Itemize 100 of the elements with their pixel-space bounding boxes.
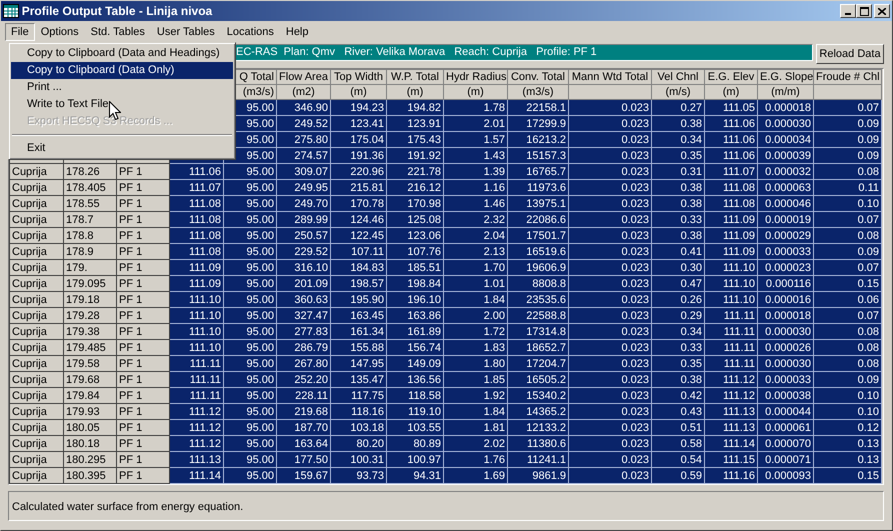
table-cell: 94.31 — [386, 468, 444, 484]
table-cell: 111.10 — [704, 260, 758, 276]
table-cell: 95.00 — [224, 244, 276, 260]
table-cell: 179.28 — [64, 308, 116, 324]
table-cell: PF 1 — [116, 420, 170, 436]
table-cell: 0.023 — [568, 292, 652, 308]
table-cell: 0.06 — [814, 292, 882, 308]
table-cell: 0.38 — [652, 116, 704, 132]
menu-item[interactable]: File — [5, 23, 35, 41]
maximize-button[interactable] — [856, 4, 872, 18]
table-cell: 0.09 — [814, 372, 882, 388]
menu-item[interactable]: Locations — [220, 23, 280, 41]
table-cell: 175.04 — [330, 132, 386, 148]
minimize-button[interactable] — [840, 4, 856, 18]
table-cell: 201.09 — [276, 276, 330, 292]
table-cell: PF 1 — [116, 372, 170, 388]
table-cell: 0.09 — [814, 132, 882, 148]
menu-item[interactable]: Options — [34, 23, 85, 41]
table-cell: 216.12 — [386, 180, 444, 196]
table-cell: 15340.2 — [508, 388, 568, 404]
table-cell: 122.45 — [330, 228, 386, 244]
table-cell: 147.95 — [330, 356, 386, 372]
table-cell: 0.11 — [814, 180, 882, 196]
column-header: E.G. Elev — [704, 70, 758, 84]
table-cell: 23535.6 — [508, 292, 568, 308]
table-cell: 107.76 — [386, 244, 444, 260]
table-cell: 0.023 — [568, 276, 652, 292]
table-cell: 2.00 — [444, 308, 508, 324]
table-cell: 111.15 — [704, 452, 758, 468]
table-cell: 179.68 — [64, 372, 116, 388]
table-cell: 327.47 — [276, 308, 330, 324]
table-cell: 0.38 — [652, 228, 704, 244]
table-cell: 95.00 — [224, 388, 276, 404]
table-cell: 0.30 — [652, 260, 704, 276]
table-cell: 0.023 — [568, 452, 652, 468]
table-cell: 360.63 — [276, 292, 330, 308]
table-cell: 1.70 — [444, 260, 508, 276]
menu-item[interactable]: Copy to Clipboard (Data Only) — [11, 62, 233, 79]
table-cell: 0.000093 — [758, 468, 814, 484]
table-cell: 161.89 — [386, 324, 444, 340]
table-cell: 286.79 — [276, 340, 330, 356]
table-cell: Cuprija — [10, 292, 64, 308]
table-cell: 0.08 — [814, 340, 882, 356]
menu-item[interactable]: Help — [280, 23, 314, 41]
reload-data-button[interactable]: Reload Data — [816, 44, 884, 64]
column-header: Flow Area — [276, 70, 330, 84]
table-cell: 184.83 — [330, 260, 386, 276]
table-cell: 111.16 — [704, 468, 758, 484]
table-cell: Cuprija — [10, 164, 64, 180]
table-cell: 95.00 — [224, 292, 276, 308]
table-cell: 11380.6 — [508, 436, 568, 452]
table-cell: 277.83 — [276, 324, 330, 340]
table-cell: 2.32 — [444, 212, 508, 228]
table-cell: 0.07 — [814, 308, 882, 324]
table-cell: 0.07 — [814, 100, 882, 116]
table-cell: 0.000018 — [758, 100, 814, 116]
table-cell: 0.31 — [652, 164, 704, 180]
table-cell: 346.90 — [276, 100, 330, 116]
table-cell: 111.09 — [704, 244, 758, 260]
table-cell: 111.06 — [704, 116, 758, 132]
table-cell: 111.14 — [704, 436, 758, 452]
table-cell: 0.07 — [814, 260, 882, 276]
table-cell: PF 1 — [116, 356, 170, 372]
column-header: W.P. Total — [386, 70, 444, 84]
table-cell: PF 1 — [116, 228, 170, 244]
unit-label: (m) — [704, 84, 758, 100]
table-cell: 95.00 — [224, 180, 276, 196]
table-cell: 111.08 — [170, 228, 224, 244]
table-cell: 0.023 — [568, 148, 652, 164]
table-cell: 93.73 — [330, 468, 386, 484]
table-cell: 1.80 — [444, 356, 508, 372]
table-cell: 0.43 — [652, 404, 704, 420]
menu-item[interactable]: Copy to Clipboard (Data and Headings) — [11, 45, 233, 62]
table-cell: 95.00 — [224, 212, 276, 228]
table-cell: 1.76 — [444, 452, 508, 468]
unit-label: (m) — [444, 84, 508, 100]
table-cell: 16765.7 — [508, 164, 568, 180]
table-cell: 215.81 — [330, 180, 386, 196]
table-cell: 12133.2 — [508, 420, 568, 436]
table-cell: 0.10 — [814, 404, 882, 420]
table-cell: 1.72 — [444, 324, 508, 340]
table-cell: 9861.9 — [508, 468, 568, 484]
table-cell: 191.92 — [386, 148, 444, 164]
table-cell: 0.38 — [652, 180, 704, 196]
table-cell: 0.000016 — [758, 292, 814, 308]
table-cell: 118.58 — [386, 388, 444, 404]
table-cell: 179.485 — [64, 340, 116, 356]
close-button[interactable] — [874, 4, 890, 18]
menu-item[interactable]: Std. Tables — [84, 23, 151, 41]
table-cell: 191.36 — [330, 148, 386, 164]
table-cell: 111.11 — [170, 372, 224, 388]
menu-item[interactable]: User Tables — [150, 23, 221, 41]
table-cell: 0.000033 — [758, 244, 814, 260]
table-cell: 2.04 — [444, 228, 508, 244]
table-cell: 95.00 — [224, 228, 276, 244]
table-cell: 95.00 — [224, 468, 276, 484]
table-cell: 149.09 — [386, 356, 444, 372]
table-cell: 95.00 — [224, 404, 276, 420]
table-cell: 111.07 — [704, 164, 758, 180]
table-cell: 111.09 — [704, 212, 758, 228]
